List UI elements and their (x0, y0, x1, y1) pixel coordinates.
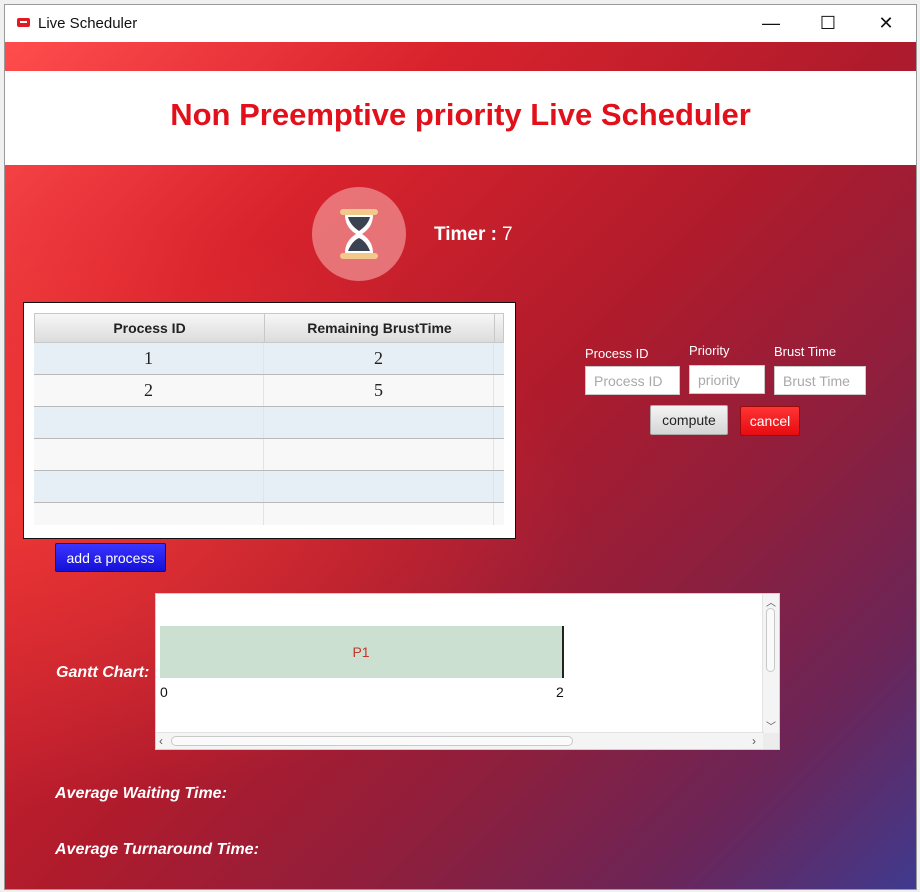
app-icon (17, 18, 30, 27)
scrollbar-corner (763, 733, 779, 749)
cell-process-id: 2 (34, 375, 264, 406)
cell-process-id (34, 471, 264, 502)
hourglass-icon (312, 187, 406, 281)
cell-remaining-time (264, 471, 494, 502)
header-banner: Non Preemptive priority Live Scheduler (5, 71, 916, 165)
cell-remaining-time: 2 (264, 343, 494, 374)
scroll-left-icon[interactable]: ‹ (159, 734, 163, 748)
brust-time-input[interactable] (774, 366, 866, 395)
header-filler (495, 314, 503, 342)
table-row[interactable]: 1 2 (34, 343, 504, 375)
gantt-chart-panel[interactable]: P1 0 2 ︿ ﹀ ‹ › (155, 593, 780, 750)
cell-process-id: 1 (34, 343, 264, 374)
table-header: Process ID Remaining BrustTime (34, 313, 504, 343)
column-header-process-id[interactable]: Process ID (35, 314, 265, 342)
average-waiting-time-label: Average Waiting Time: (55, 785, 227, 802)
table-row[interactable] (34, 439, 504, 471)
main-content: Non Preemptive priority Live Scheduler T… (5, 42, 916, 889)
gantt-tick-start: 0 (160, 684, 168, 700)
process-table-panel: Process ID Remaining BrustTime 1 2 2 5 (23, 302, 516, 539)
cell-process-id (34, 439, 264, 470)
scroll-up-icon[interactable]: ︿ (766, 594, 776, 609)
table-row[interactable] (34, 503, 504, 525)
app-window: Live Scheduler — ☐ ✕ Non Preemptive prio… (4, 4, 917, 890)
window-title: Live Scheduler (38, 15, 138, 32)
page-title: Non Preemptive priority Live Scheduler (170, 97, 751, 132)
table-row[interactable] (34, 407, 504, 439)
scroll-right-icon[interactable]: › (752, 734, 756, 748)
column-header-remaining-time[interactable]: Remaining BrustTime (265, 314, 495, 342)
scroll-down-icon[interactable]: ﹀ (766, 718, 776, 733)
horizontal-scrollbar[interactable]: ‹ › (156, 732, 764, 749)
timer-value: 7 (502, 224, 513, 245)
timer-label: Timer : (434, 224, 498, 245)
process-table[interactable]: Process ID Remaining BrustTime 1 2 2 5 (34, 313, 504, 525)
vertical-scrollbar[interactable]: ︿ ﹀ (762, 594, 779, 733)
process-id-input[interactable] (585, 366, 680, 395)
priority-input[interactable] (689, 365, 765, 394)
cancel-button[interactable]: cancel (740, 406, 800, 436)
gantt-tick-end: 2 (556, 684, 564, 700)
process-id-label: Process ID (585, 346, 649, 361)
cell-remaining-time (264, 503, 494, 525)
vertical-scroll-thumb[interactable] (766, 608, 775, 672)
table-row[interactable]: 2 5 (34, 375, 504, 407)
brust-time-label: Brust Time (774, 344, 837, 359)
average-turnaround-time-label: Average Turnaround Time: (55, 841, 259, 858)
cell-process-id (34, 503, 264, 525)
table-row[interactable] (34, 471, 504, 503)
add-process-button[interactable]: add a process (55, 543, 166, 572)
cell-remaining-time (264, 407, 494, 438)
cell-remaining-time: 5 (264, 375, 494, 406)
gantt-chart-label: Gantt Chart: (56, 664, 150, 681)
minimize-button[interactable]: — (748, 5, 794, 42)
close-button[interactable]: ✕ (863, 5, 909, 42)
priority-label: Priority (689, 343, 730, 358)
title-bar[interactable]: Live Scheduler — ☐ ✕ (5, 5, 916, 42)
gantt-block-p1: P1 (160, 626, 564, 678)
maximize-button[interactable]: ☐ (805, 5, 851, 42)
horizontal-scroll-thumb[interactable] (171, 736, 573, 746)
compute-button[interactable]: compute (650, 405, 728, 435)
cell-process-id (34, 407, 264, 438)
cell-remaining-time (264, 439, 494, 470)
